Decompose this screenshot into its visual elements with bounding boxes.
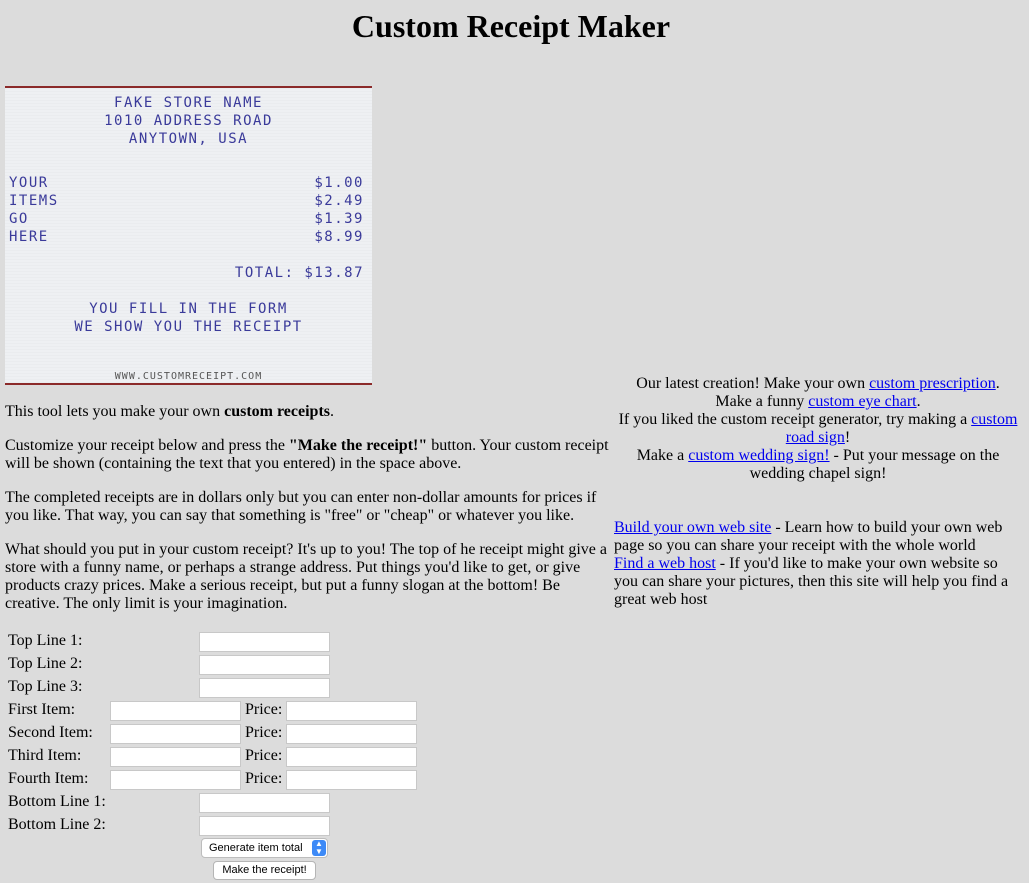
intro-text: This tool lets you make your own: [5, 403, 225, 420]
instructions-paragraph: Customize your receipt below and press t…: [5, 437, 610, 473]
intro-text: .: [330, 403, 334, 420]
promo-block: Our latest creation! Make your own custo…: [614, 375, 1022, 483]
second-price-label: Price:: [245, 724, 283, 741]
fourth-price-label: Price:: [245, 770, 283, 787]
promo-text: .: [916, 393, 921, 410]
sample-receipt-image: FAKE STORE NAME 1010 ADDRESS ROAD ANYTOW…: [5, 86, 372, 385]
receipt-item-name: GO: [9, 211, 29, 227]
fourth-price-input[interactable]: [286, 770, 417, 790]
bottom-line-2-input[interactable]: [199, 816, 330, 836]
fourth-item-label: Fourth Item:: [8, 770, 89, 787]
build-site-item: Build your own web site - Learn how to b…: [614, 519, 1022, 555]
page-title: Custom Receipt Maker: [351, 8, 671, 44]
receipt-item-price: $1.00: [314, 175, 364, 191]
web-host-item: Find a web host - If you'd like to make …: [614, 555, 1022, 609]
promo-text: .: [995, 375, 1000, 392]
third-price-label: Price:: [245, 747, 283, 764]
third-item-label: Third Item:: [8, 747, 82, 764]
promo-text: Make a: [636, 447, 689, 464]
intro-bold: custom receipts: [224, 403, 330, 420]
first-price-label: Price:: [245, 701, 283, 718]
bottom-line-1-label: Bottom Line 1:: [8, 793, 106, 810]
receipt-header-line: FAKE STORE NAME: [114, 95, 263, 111]
promo-road-sign: If you liked the custom receipt generato…: [614, 411, 1022, 447]
promo-text: !: [844, 429, 851, 446]
receipt-item-name: YOUR: [9, 175, 49, 191]
intro-paragraph: This tool lets you make your own custom …: [5, 403, 610, 421]
first-item-label: First Item:: [8, 701, 76, 718]
third-price-input[interactable]: [286, 747, 417, 767]
second-item-input[interactable]: [110, 724, 241, 744]
build-web-site-link[interactable]: Build your own web site: [614, 519, 771, 536]
top-line-3-input[interactable]: [199, 678, 330, 698]
instructions-bold: "Make the receipt!": [288, 437, 428, 454]
make-receipt-button[interactable]: Make the receipt!: [213, 861, 316, 880]
receipt-footer-url: WWW.CUSTOMRECEIPT.COM: [114, 371, 263, 382]
second-price-input[interactable]: [286, 724, 417, 744]
promo-text: Make a funny: [715, 393, 809, 410]
receipt-slogan-line: WE SHOW YOU THE RECEIPT: [74, 319, 303, 335]
custom-prescription-link[interactable]: custom prescription: [869, 375, 996, 392]
fourth-item-input[interactable]: [110, 770, 241, 790]
receipt-total: TOTAL: $13.87: [234, 265, 364, 281]
web-links-block: Build your own web site - Learn how to b…: [614, 519, 1022, 609]
receipt-item-price: $2.49: [314, 193, 364, 209]
receipt-slogan-line: YOU FILL IN THE FORM: [89, 301, 288, 317]
find-web-host-link[interactable]: Find a web host: [614, 555, 716, 572]
top-line-2-label: Top Line 2:: [8, 655, 83, 672]
item-total-select[interactable]: Generate item total ▲ ▼: [201, 838, 328, 858]
currency-paragraph: The completed receipts are in dollars on…: [5, 489, 597, 524]
instructions-text: Customize your receipt below and press t…: [5, 437, 289, 454]
top-line-3-label: Top Line 3:: [8, 678, 83, 695]
bottom-line-1-input[interactable]: [199, 793, 330, 813]
first-price-input[interactable]: [286, 701, 417, 721]
ideas-paragraph: What should you put in your custom recei…: [5, 541, 608, 612]
promo-eye-chart: Make a funny custom eye chart.: [614, 393, 1022, 411]
promo-wedding-sign: Make a custom wedding sign! - Put your m…: [614, 447, 1022, 483]
second-item-label: Second Item:: [8, 724, 93, 741]
promo-prescription: Our latest creation! Make your own custo…: [614, 375, 1022, 393]
first-item-input[interactable]: [110, 701, 241, 721]
item-total-select-value: Generate item total: [209, 842, 303, 854]
receipt-item-price: $8.99: [314, 229, 364, 245]
custom-wedding-sign-link[interactable]: custom wedding sign!: [688, 447, 829, 464]
custom-eye-chart-link[interactable]: custom eye chart: [808, 393, 916, 410]
receipt-header-line: ANYTOWN, USA: [128, 131, 249, 147]
receipt-item-price: $1.39: [314, 211, 364, 227]
promo-text: Our latest creation! Make your own: [636, 375, 870, 392]
receipt-item-name: ITEMS: [9, 193, 59, 209]
chevron-updown-icon: ▲ ▼: [312, 840, 326, 856]
top-line-2-input[interactable]: [199, 655, 330, 675]
third-item-input[interactable]: [110, 747, 241, 767]
receipt-item-name: HERE: [9, 229, 49, 245]
promo-text: If you liked the custom receipt generato…: [618, 411, 972, 428]
bottom-line-2-label: Bottom Line 2:: [8, 816, 106, 833]
receipt-header-line: 1010 ADDRESS ROAD: [104, 113, 273, 129]
top-line-1-label: Top Line 1:: [8, 632, 83, 649]
top-line-1-input[interactable]: [199, 632, 330, 652]
